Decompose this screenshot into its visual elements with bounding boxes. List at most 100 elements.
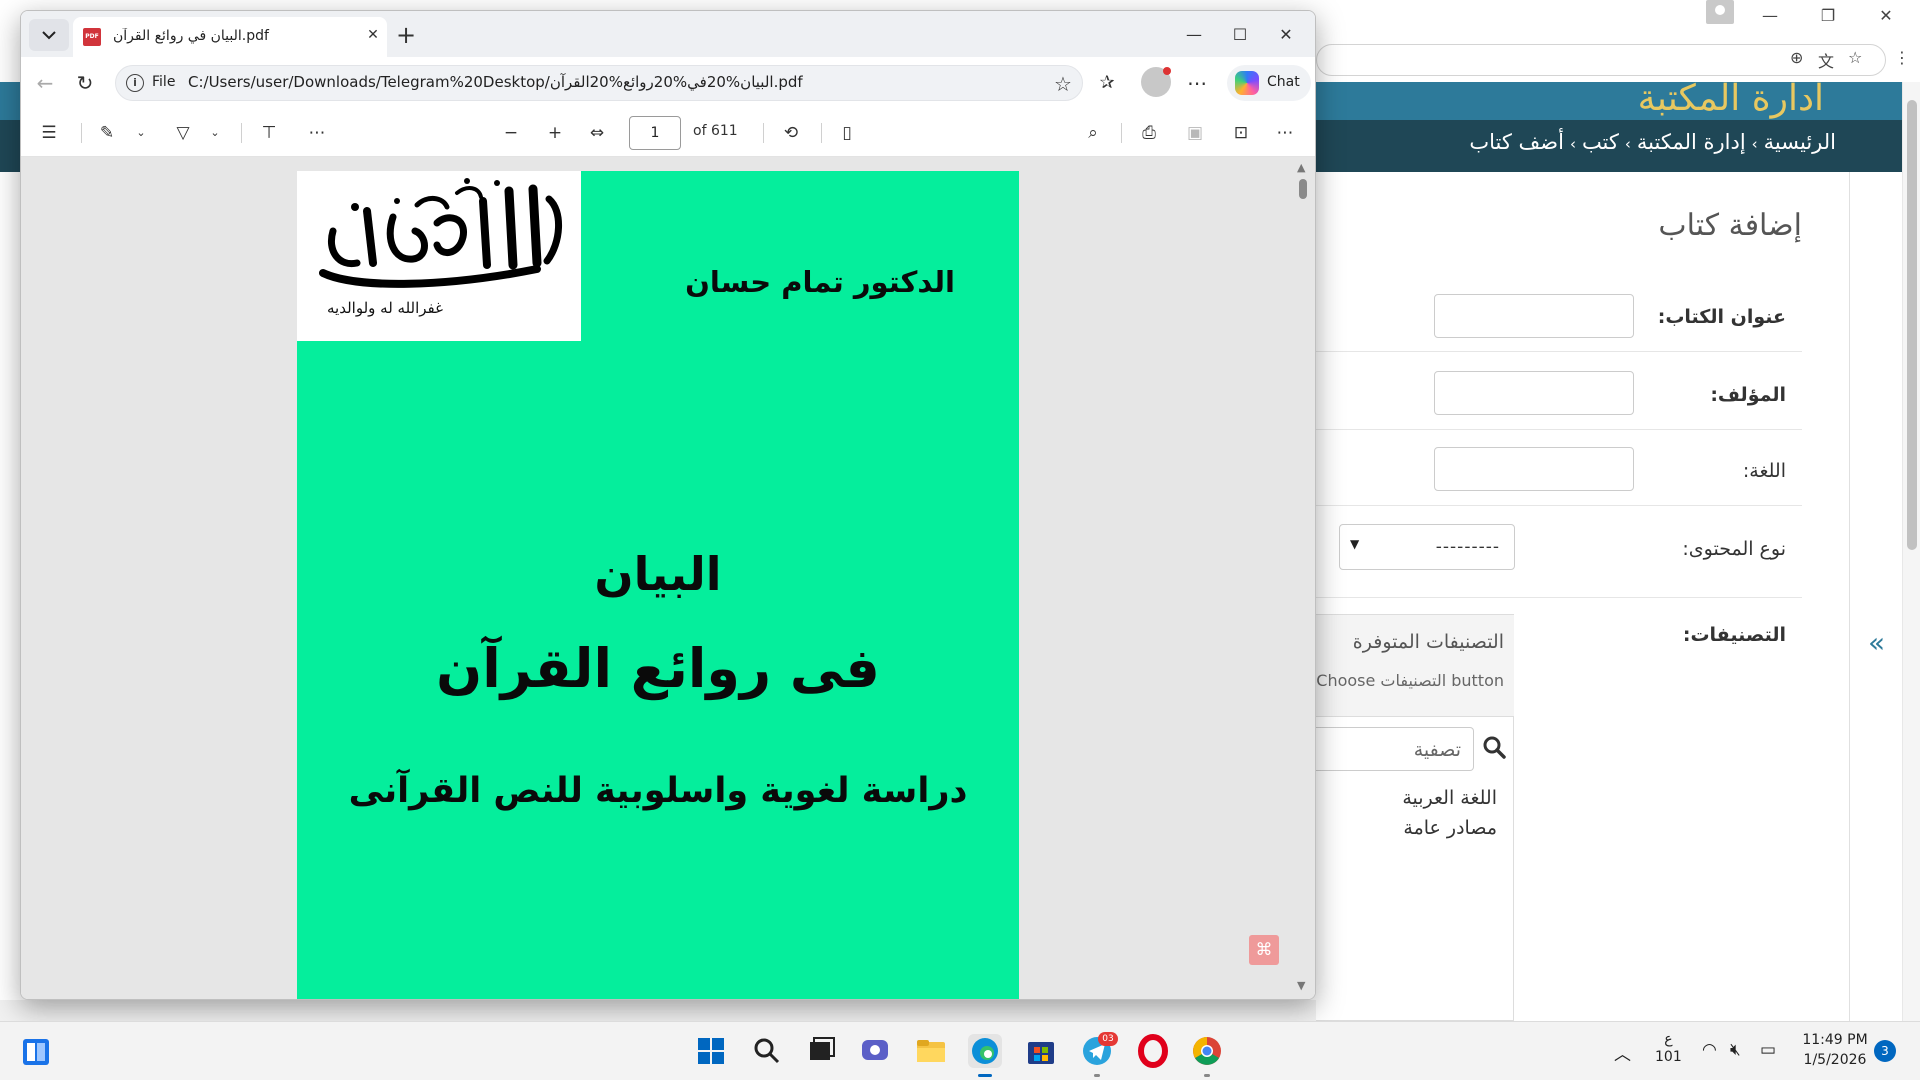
minimize-button[interactable]: — bbox=[1171, 19, 1217, 51]
translate-icon[interactable]: 文 bbox=[1818, 48, 1834, 72]
battery-icon[interactable]: ▭ bbox=[1760, 1040, 1776, 1060]
find-icon[interactable]: ⌕ bbox=[1079, 118, 1107, 148]
tab-list-button[interactable] bbox=[29, 19, 69, 51]
page-scrollbar-thumb[interactable] bbox=[1907, 100, 1917, 550]
language-indicator-number: 101 bbox=[1655, 1049, 1682, 1065]
address-url[interactable]: C:/Users/user/Downloads/Telegram%20Deskt… bbox=[188, 73, 1028, 91]
edge-taskbar-button[interactable] bbox=[968, 1034, 1002, 1077]
background-profile-icon[interactable] bbox=[1706, 0, 1734, 24]
widgets-icon[interactable] bbox=[20, 1036, 52, 1068]
breadcrumb-books[interactable]: كتب bbox=[1582, 130, 1619, 154]
fit-width-icon[interactable]: ⇔ bbox=[583, 118, 611, 148]
calligraphy-stamp: غفرالله له ولوالديه bbox=[297, 171, 581, 341]
table-of-contents-icon[interactable]: ☰ bbox=[35, 118, 63, 148]
more-options-icon[interactable]: ⋯ bbox=[1181, 67, 1213, 99]
language-label: اللغة: bbox=[1742, 460, 1786, 482]
breadcrumb: الرئيسية › إدارة المكتبة › كتب › أضف كتاب bbox=[1469, 130, 1836, 154]
edge-icon bbox=[972, 1038, 998, 1064]
background-minimize-button[interactable]: — bbox=[1750, 4, 1790, 28]
content-type-select[interactable]: --------- ▼ bbox=[1339, 524, 1515, 570]
categories-filter-input[interactable]: تصفية bbox=[1316, 727, 1474, 771]
stamp-caption: غفرالله له ولوالديه bbox=[327, 299, 443, 317]
rotate-icon[interactable]: ⟲ bbox=[777, 118, 805, 148]
profile-avatar[interactable] bbox=[1141, 67, 1171, 97]
favorite-star-icon[interactable]: ☆ bbox=[1848, 48, 1862, 67]
copilot-chat-button[interactable]: Chat bbox=[1227, 65, 1311, 101]
close-window-button[interactable]: ✕ bbox=[1263, 19, 1309, 51]
breadcrumb-library-admin[interactable]: إدارة المكتبة bbox=[1637, 130, 1746, 154]
draw-icon[interactable]: ▽ bbox=[169, 118, 197, 148]
pdf-more-options-icon[interactable]: ⋯ bbox=[1271, 118, 1299, 148]
language-input[interactable] bbox=[1434, 447, 1634, 491]
wifi-icon[interactable]: ◠ bbox=[1702, 1040, 1717, 1060]
clock-time: 11:49 PM bbox=[1802, 1032, 1868, 1048]
draw-dropdown-icon[interactable]: ⌄ bbox=[201, 118, 229, 148]
chevron-down-icon bbox=[42, 31, 56, 40]
notification-badge[interactable]: 3 bbox=[1874, 1040, 1896, 1062]
task-view-icon[interactable] bbox=[804, 1034, 838, 1068]
info-icon[interactable]: i bbox=[126, 74, 144, 92]
sidebar-toggle-button[interactable]: « bbox=[1868, 626, 1885, 659]
categories-hint: Choose التصنيفات button bbox=[1316, 671, 1504, 690]
page-title: إضافة كتاب bbox=[1658, 208, 1802, 243]
show-hidden-icons-icon[interactable]: ︿ bbox=[1614, 1040, 1631, 1065]
dropdown-arrow-icon: ▼ bbox=[1350, 537, 1360, 551]
page-number-input[interactable]: 1 bbox=[629, 116, 681, 150]
refresh-button[interactable]: ↻ bbox=[69, 67, 101, 99]
zoom-in-icon[interactable]: + bbox=[541, 118, 569, 148]
save-as-icon[interactable]: ⊡ bbox=[1227, 118, 1255, 148]
category-item[interactable]: اللغة العربية bbox=[1402, 783, 1497, 813]
highlight-dropdown-icon[interactable]: ⌄ bbox=[127, 118, 155, 148]
page-scrollbar[interactable] bbox=[1902, 82, 1920, 1021]
favorites-icon[interactable]: ✰ bbox=[1091, 67, 1123, 99]
toolbar-more-icon[interactable]: ⋯ bbox=[303, 118, 331, 148]
scroll-down-arrow-icon[interactable]: ▼ bbox=[1297, 979, 1305, 992]
start-windows-icon[interactable] bbox=[694, 1034, 728, 1068]
chrome-taskbar-button[interactable] bbox=[1190, 1034, 1224, 1077]
search-icon[interactable] bbox=[750, 1034, 784, 1068]
pdf-viewer-area[interactable]: غفرالله له ولوالديه الدكتور تمام حسان ال… bbox=[21, 157, 1315, 999]
text-box-icon[interactable]: ⊤ bbox=[255, 118, 283, 148]
author-input[interactable] bbox=[1434, 371, 1634, 415]
zoom-icon[interactable]: ⊕ bbox=[1790, 48, 1803, 67]
clock-date: 1/5/2026 bbox=[1803, 1052, 1867, 1068]
zoom-out-icon[interactable]: − bbox=[497, 118, 525, 148]
new-tab-button[interactable]: + bbox=[391, 21, 421, 51]
background-menu-icon[interactable]: ⋮ bbox=[1894, 48, 1910, 67]
pdf-scrollbar-thumb[interactable] bbox=[1299, 179, 1307, 199]
filter-placeholder: تصفية bbox=[1413, 739, 1461, 761]
background-close-button[interactable]: ✕ bbox=[1866, 4, 1906, 28]
opera-icon[interactable] bbox=[1136, 1034, 1170, 1068]
tab-pdf-document[interactable]: PDF البيان في روائع القرآن.pdf ✕ bbox=[73, 17, 387, 57]
book-title-line-1: البيان bbox=[594, 547, 722, 601]
clock[interactable]: 11:49 PM 1/5/2026 bbox=[1800, 1030, 1870, 1070]
volume-muted-icon[interactable]: 🔇︎ bbox=[1730, 1040, 1741, 1060]
page-view-icon[interactable]: ▯ bbox=[833, 118, 861, 148]
highlight-icon[interactable]: ✎ bbox=[93, 118, 121, 148]
category-item[interactable]: مصادر عامة bbox=[1402, 813, 1497, 843]
meet-chat-icon[interactable] bbox=[858, 1034, 892, 1068]
favorite-star-icon[interactable]: ☆ bbox=[1054, 72, 1072, 96]
tab-title: البيان في روائع القرآن.pdf bbox=[113, 28, 269, 44]
toolbar-divider bbox=[821, 123, 822, 143]
address-scheme: File bbox=[152, 74, 176, 90]
address-bar[interactable]: i File C:/Users/user/Downloads/Telegram%… bbox=[115, 65, 1083, 101]
microsoft-store-icon[interactable] bbox=[1024, 1034, 1058, 1068]
acrobat-icon[interactable]: ⌘ bbox=[1249, 935, 1279, 965]
maximize-button[interactable]: ☐ bbox=[1217, 19, 1263, 51]
save-icon[interactable]: ▣ bbox=[1181, 118, 1209, 148]
taskbar: 03 ︿ ع 101 ◠ 🔇︎ ▭ 11:49 PM 1/5/2026 3 bbox=[0, 1021, 1920, 1080]
tab-close-icon[interactable]: ✕ bbox=[363, 25, 383, 45]
pdf-scrollbar[interactable]: ▲ ▼ bbox=[1295, 159, 1311, 995]
tab-strip: PDF البيان في روائع القرآن.pdf ✕ + — ☐ ✕ bbox=[21, 11, 1315, 57]
back-button[interactable]: ← bbox=[29, 67, 61, 99]
book-title-input[interactable] bbox=[1434, 294, 1634, 338]
language-indicator[interactable]: ع 101 bbox=[1655, 1030, 1682, 1066]
toolbar-divider bbox=[81, 123, 82, 143]
file-explorer-icon[interactable] bbox=[914, 1034, 948, 1068]
print-icon[interactable]: ⎙ bbox=[1135, 118, 1163, 148]
telegram-taskbar-button[interactable]: 03 bbox=[1080, 1032, 1118, 1077]
breadcrumb-home[interactable]: الرئيسية bbox=[1764, 130, 1836, 154]
background-restore-button[interactable]: ❐ bbox=[1808, 4, 1848, 28]
scroll-up-arrow-icon[interactable]: ▲ bbox=[1297, 161, 1305, 174]
